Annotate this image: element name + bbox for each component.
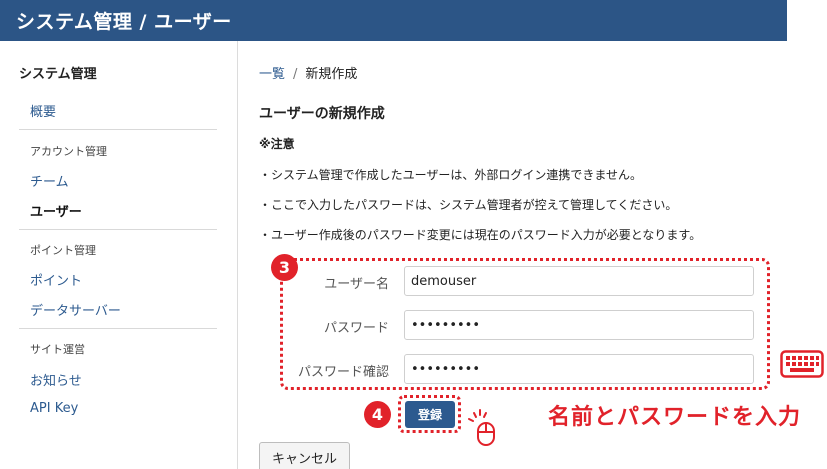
sidebar-divider bbox=[19, 229, 217, 230]
breadcrumb-list-link[interactable]: 一覧 bbox=[259, 67, 285, 82]
note-item: ・ユーザー作成後のパスワード変更には現在のパスワード入力が必要となります。 bbox=[259, 228, 702, 242]
register-button[interactable]: 登録 bbox=[405, 401, 455, 428]
sidebar-item-api-key[interactable]: API Key bbox=[30, 401, 78, 416]
page-header-title: システム管理 / ユーザー bbox=[16, 11, 232, 33]
sidebar-heading: システム管理 bbox=[19, 67, 97, 82]
page-title: ユーザーの新規作成 bbox=[259, 106, 385, 122]
username-label: ユーザー名 bbox=[324, 277, 389, 292]
mouse-click-icon bbox=[468, 409, 495, 446]
breadcrumb: 一覧 / 新規作成 bbox=[259, 63, 357, 82]
sidebar: システム管理 概要 アカウント管理 チーム ユーザー ポイント管理 ポイント デ… bbox=[0, 41, 238, 469]
top-bar: システム管理 / ユーザー bbox=[0, 0, 787, 41]
cancel-button[interactable]: キャンセル bbox=[259, 442, 350, 469]
breadcrumb-current: 新規作成 bbox=[305, 67, 358, 82]
password-confirm-label: パスワード確認 bbox=[297, 365, 389, 380]
instruction-annotation: 名前とパスワードを入力 bbox=[548, 405, 802, 430]
step-badge-4: 4 bbox=[364, 401, 391, 428]
sidebar-item-team[interactable]: チーム bbox=[30, 171, 69, 190]
sidebar-section-point: ポイント管理 bbox=[30, 244, 96, 257]
password-input[interactable] bbox=[404, 310, 754, 340]
notes-heading: ※注意 bbox=[259, 137, 295, 151]
password-label: パスワード bbox=[323, 321, 389, 336]
breadcrumb-separator: / bbox=[293, 67, 298, 82]
keyboard-icon bbox=[780, 350, 824, 378]
password-confirm-input[interactable] bbox=[404, 354, 754, 384]
note-item: ・システム管理で作成したユーザーは、外部ログイン連携できません。 bbox=[259, 168, 643, 182]
username-input[interactable] bbox=[404, 266, 754, 296]
sidebar-divider bbox=[19, 129, 217, 130]
sidebar-item-overview[interactable]: 概要 bbox=[30, 101, 56, 120]
note-item: ・ここで入力したパスワードは、システム管理者が控えて管理してください。 bbox=[259, 198, 678, 212]
sidebar-section-account: アカウント管理 bbox=[30, 145, 107, 158]
sidebar-section-site: サイト運営 bbox=[30, 343, 85, 356]
sidebar-item-user[interactable]: ユーザー bbox=[30, 201, 82, 220]
